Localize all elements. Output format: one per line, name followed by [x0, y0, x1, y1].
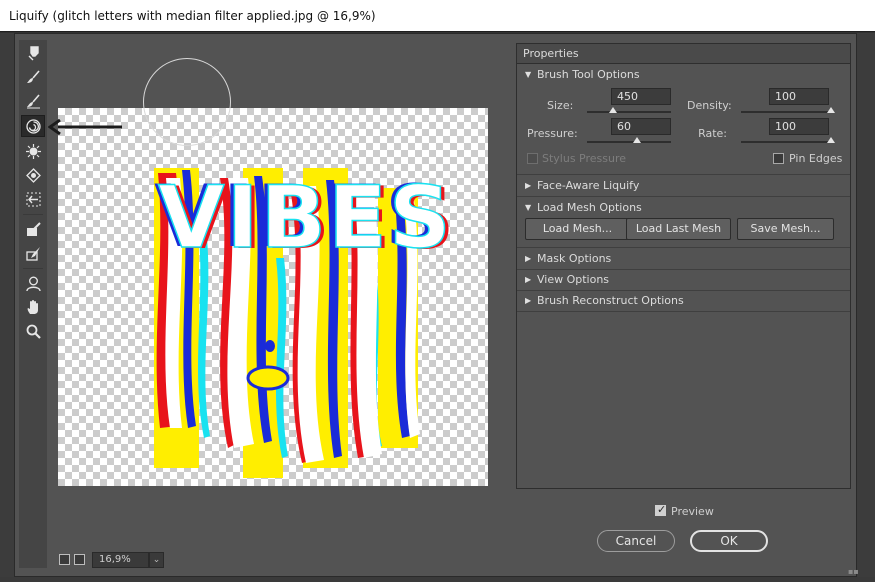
rate-field[interactable]: 100 — [769, 118, 829, 135]
pointer-arrow-annotation — [48, 119, 122, 135]
hand-tool[interactable] — [21, 296, 45, 318]
rate-slider-track[interactable] — [741, 141, 831, 143]
zoom-icon — [26, 324, 41, 339]
stylus-pressure-label: Stylus Pressure — [542, 152, 627, 165]
resize-grip-icon[interactable]: ▪▪ — [848, 567, 859, 576]
preview-label: Preview — [671, 505, 714, 518]
properties-panel: Properties ▼ Brush Tool Options Size: 45… — [516, 43, 851, 489]
zoom-level-field[interactable]: 16,9% — [92, 552, 149, 568]
ok-button[interactable]: OK — [690, 530, 768, 552]
artwork-text: VIBES — [158, 168, 453, 268]
mask-options-label[interactable]: Mask Options — [537, 252, 611, 265]
freeze-mask-icon — [26, 221, 41, 236]
liquified-vibes-artwork[interactable]: VIBES VIBES VIBES — [58, 108, 488, 486]
outer-frame-right — [857, 33, 875, 582]
pressure-label: Pressure: — [527, 127, 578, 140]
bloat-icon — [25, 167, 41, 183]
pressure-field[interactable]: 60 — [611, 118, 671, 135]
stylus-pressure-checkbox[interactable] — [527, 153, 538, 164]
push-left-icon — [26, 192, 40, 206]
brush-tool-options-section: ▼ Brush Tool Options Size: 450 Density: … — [517, 65, 850, 175]
zoom-out-button[interactable] — [59, 554, 70, 565]
load-last-mesh-button[interactable]: Load Last Mesh — [626, 218, 731, 240]
collapsed-triangle-icon[interactable]: ▶ — [525, 254, 531, 263]
save-mesh-button[interactable]: Save Mesh... — [737, 218, 834, 240]
collapsed-triangle-icon[interactable]: ▶ — [525, 296, 531, 305]
freeze-mask-tool[interactable] — [21, 218, 45, 240]
zoom-in-button[interactable] — [74, 554, 85, 565]
face-icon — [25, 276, 41, 291]
rate-slider-thumb[interactable] — [827, 137, 835, 143]
reconstruct-tool[interactable] — [21, 66, 45, 88]
push-left-tool[interactable] — [21, 188, 45, 210]
toolbar-divider — [23, 214, 43, 215]
finger-smudge-icon — [28, 45, 39, 60]
size-label: Size: — [547, 99, 574, 112]
load-mesh-options-label[interactable]: Load Mesh Options — [537, 201, 642, 214]
mask-options-section[interactable]: ▶ Mask Options — [517, 249, 850, 270]
twirl-clockwise-tool[interactable] — [21, 115, 45, 137]
brush-tool-options-label[interactable]: Brush Tool Options — [537, 68, 640, 81]
bloat-tool[interactable] — [21, 164, 45, 186]
thaw-mask-icon — [25, 246, 40, 261]
twirl-icon — [25, 118, 41, 134]
properties-title: Properties — [523, 47, 579, 60]
rate-label: Rate: — [698, 127, 727, 140]
density-slider-thumb[interactable] — [827, 107, 835, 113]
brush-smooth-icon — [26, 93, 40, 108]
expanded-triangle-icon[interactable]: ▼ — [525, 203, 531, 212]
collapsed-triangle-icon[interactable]: ▶ — [525, 275, 531, 284]
outer-frame-bottom — [0, 577, 875, 582]
pressure-slider-thumb[interactable] — [633, 137, 642, 143]
brush-cursor — [143, 58, 231, 146]
density-field[interactable]: 100 — [769, 88, 829, 105]
hand-icon — [27, 299, 38, 314]
size-field[interactable]: 450 — [611, 88, 671, 105]
expanded-triangle-icon[interactable]: ▼ — [525, 70, 531, 79]
size-slider-track[interactable] — [587, 111, 671, 113]
properties-header: Properties — [517, 44, 850, 64]
preview-checkbox[interactable] — [655, 503, 666, 516]
pin-edges-label: Pin Edges — [789, 152, 843, 165]
brush-reconstruct-options-label[interactable]: Brush Reconstruct Options — [537, 294, 684, 307]
thaw-mask-tool[interactable] — [21, 242, 45, 264]
pucker-icon — [25, 143, 41, 159]
brush-reconstruct-options-section[interactable]: ▶ Brush Reconstruct Options — [517, 291, 850, 312]
title-bar: Liquify (glitch letters with median filt… — [0, 0, 875, 32]
brush-icon — [26, 69, 40, 83]
zoom-dropdown-button[interactable]: ⌄ — [149, 552, 164, 568]
face-aware-liquify-section[interactable]: ▶ Face-Aware Liquify — [517, 176, 850, 197]
window-title: Liquify (glitch letters with median filt… — [9, 9, 376, 23]
smooth-tool[interactable] — [21, 90, 45, 112]
status-bar: 16,9% ⌄ — [54, 551, 254, 571]
density-slider-track[interactable] — [741, 111, 831, 113]
cancel-button[interactable]: Cancel — [597, 530, 675, 552]
toolbar-divider — [23, 268, 43, 269]
face-aware-liquify-label[interactable]: Face-Aware Liquify — [537, 179, 639, 192]
view-options-section[interactable]: ▶ View Options — [517, 270, 850, 291]
liquify-toolbar — [19, 40, 47, 568]
zoom-tool[interactable] — [21, 320, 45, 342]
outer-frame-left — [0, 33, 14, 582]
load-mesh-button[interactable]: Load Mesh... — [525, 218, 630, 240]
density-label: Density: — [687, 99, 732, 112]
load-mesh-options-section: ▼ Load Mesh Options Load Mesh... Load La… — [517, 198, 850, 248]
pucker-tool[interactable] — [21, 140, 45, 162]
forward-warp-tool[interactable] — [21, 42, 45, 64]
pin-edges-checkbox[interactable] — [773, 153, 784, 164]
face-tool[interactable] — [21, 272, 45, 294]
view-options-label[interactable]: View Options — [537, 273, 609, 286]
collapsed-triangle-icon[interactable]: ▶ — [525, 181, 531, 190]
pressure-slider-track[interactable] — [587, 141, 671, 143]
size-slider-thumb[interactable] — [609, 107, 618, 113]
